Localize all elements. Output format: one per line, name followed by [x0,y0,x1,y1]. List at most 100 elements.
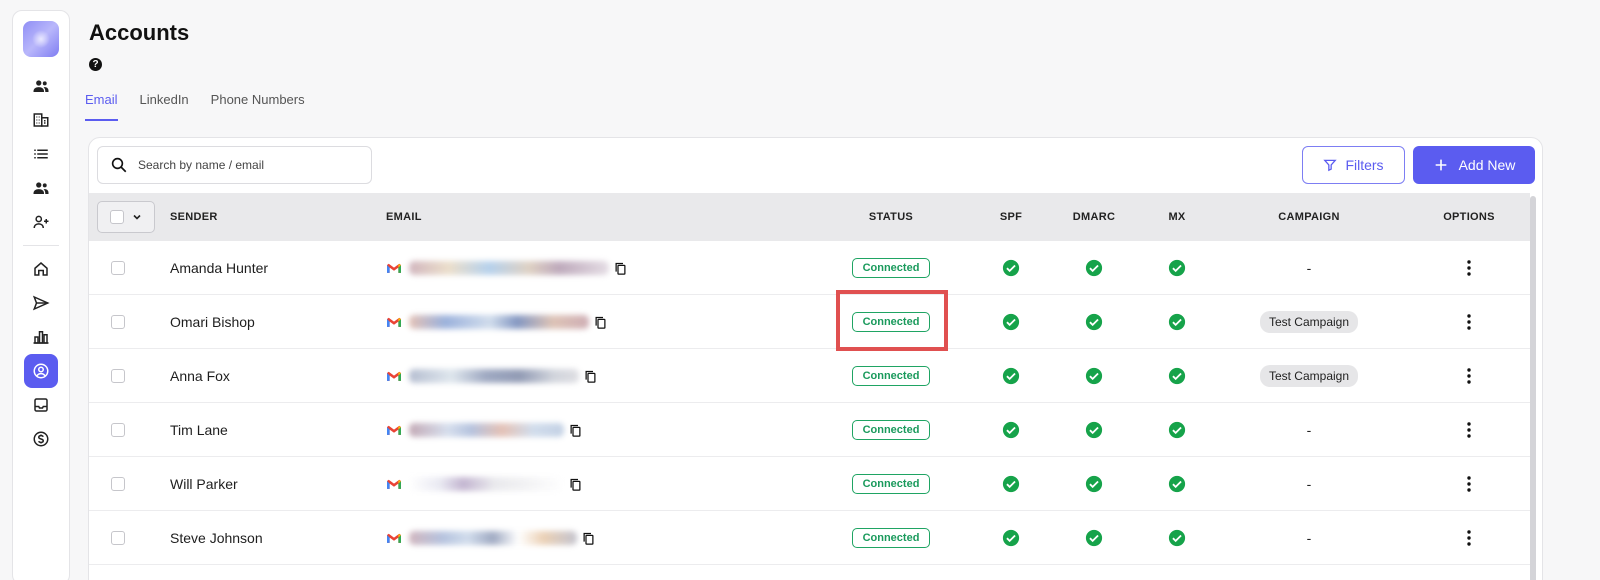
status-cell: Connected [841,349,941,403]
table-row[interactable]: Steve Johnson Connected - [89,511,1530,565]
email-cell [387,349,598,403]
row-checkbox[interactable] [111,369,125,383]
table-row[interactable]: Tim Lane Connected - [89,403,1530,457]
kebab-menu-icon[interactable] [1467,476,1471,492]
email-redacted [409,477,564,491]
copy-icon[interactable] [568,423,583,438]
nav-accounts[interactable] [24,354,58,388]
app-logo[interactable] [23,21,59,57]
add-user-icon [33,215,49,229]
campaign-tag[interactable]: Test Campaign [1259,365,1359,387]
header-options[interactable]: OPTIONS [1429,193,1509,241]
kebab-menu-icon[interactable] [1467,422,1471,438]
add-new-button[interactable]: Add New [1413,146,1535,184]
table-row[interactable]: Will Parker Connected - [89,457,1530,511]
search-box[interactable] [97,146,372,184]
copy-icon[interactable] [583,369,598,384]
header-mx[interactable]: MX [1147,193,1207,241]
filters-button[interactable]: Filters [1302,146,1405,184]
row-checkbox[interactable] [111,477,125,491]
nav-home[interactable] [24,252,58,286]
check-circle-icon [1168,367,1186,385]
dollar-icon [33,431,49,447]
header-email[interactable]: EMAIL [386,193,422,241]
nav-contacts[interactable] [24,171,58,205]
copy-icon[interactable] [581,531,596,546]
copy-icon[interactable] [568,477,583,492]
table-row[interactable]: Anna Fox Connected Test Campaign [89,349,1530,403]
search-input[interactable] [138,158,358,172]
row-checkbox[interactable] [111,531,125,545]
header-sender[interactable]: SENDER [170,193,218,241]
options-cell [1429,511,1509,565]
help-icon[interactable]: ? [89,58,102,71]
table-row[interactable]: Amanda Hunter Connected - [89,241,1530,295]
copy-icon[interactable] [613,261,628,276]
email-cell [387,403,583,457]
kebab-menu-icon[interactable] [1467,368,1471,384]
header-dmarc[interactable]: DMARC [1059,193,1129,241]
nav-billing[interactable] [24,422,58,456]
nav-companies[interactable] [24,103,58,137]
nav-add-user[interactable] [24,205,58,239]
header-spf[interactable]: SPF [981,193,1041,241]
email-cell [387,457,583,511]
nav-lists[interactable] [24,137,58,171]
tab-email[interactable]: Email [85,92,118,121]
header-status[interactable]: STATUS [841,193,941,241]
campaign-tag[interactable]: Test Campaign [1259,311,1359,333]
campaign-cell: Test Campaign [1259,295,1359,349]
check-circle-icon [1085,313,1103,331]
header-campaign[interactable]: CAMPAIGN [1259,193,1359,241]
status-cell: Connected [841,241,941,295]
row-checkbox[interactable] [111,261,125,275]
check-circle-icon [1168,421,1186,439]
table-row[interactable]: Omari Bishop Connected Test Campaign [89,295,1530,349]
nav-inbox[interactable] [24,388,58,422]
check-circle-icon [1085,529,1103,547]
select-all-dropdown[interactable] [97,201,155,233]
kebab-menu-icon[interactable] [1467,314,1471,330]
check-circle-icon [1168,475,1186,493]
dmarc-cell [1059,511,1129,565]
options-cell [1429,457,1509,511]
contacts-icon [33,182,49,194]
dmarc-cell [1059,241,1129,295]
check-circle-icon [1002,367,1020,385]
mx-cell [1147,349,1207,403]
tab-phone-numbers[interactable]: Phone Numbers [211,92,305,121]
table-header: SENDER EMAIL STATUS SPF DMARC MX CAMPAIG… [89,193,1530,241]
campaign-empty: - [1306,476,1312,492]
kebab-menu-icon[interactable] [1467,260,1471,276]
email-redacted [409,261,609,275]
mx-cell [1147,511,1207,565]
table-scrollbar[interactable] [1530,196,1536,580]
logo-glow [32,30,50,48]
nav-analytics[interactable] [24,320,58,354]
copy-icon[interactable] [593,315,608,330]
status-highlight-box [836,290,948,351]
campaign-empty: - [1306,422,1312,438]
check-circle-icon [1002,529,1020,547]
kebab-menu-icon[interactable] [1467,530,1471,546]
status-cell: Connected [841,511,941,565]
campaign-cell: - [1259,511,1359,565]
row-checkbox[interactable] [111,315,125,329]
gmail-icon [387,425,401,435]
nav-send[interactable] [24,286,58,320]
chevron-down-icon [133,214,141,220]
select-all-checkbox[interactable] [110,210,124,224]
tab-linkedin[interactable]: LinkedIn [140,92,189,121]
home-icon [34,262,48,276]
campaign-cell: - [1259,457,1359,511]
inbox-icon [34,398,48,412]
sender-name: Omari Bishop [170,314,255,330]
row-checkbox[interactable] [111,423,125,437]
dmarc-cell [1059,457,1129,511]
nav-users[interactable] [24,69,58,103]
dmarc-cell [1059,349,1129,403]
building-icon [33,113,49,127]
check-circle-icon [1002,421,1020,439]
check-circle-icon [1085,367,1103,385]
email-redacted [409,369,579,383]
